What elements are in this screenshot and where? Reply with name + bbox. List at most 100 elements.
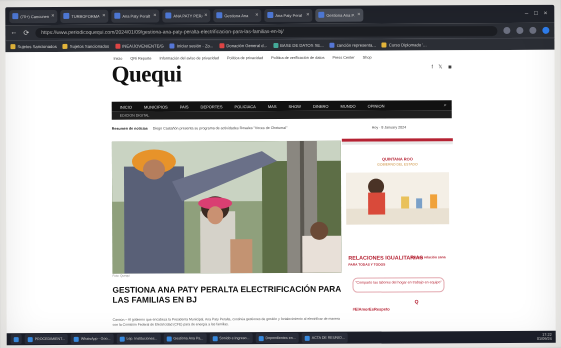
nav-item[interactable]: PAIS <box>180 104 189 109</box>
favorites-icon[interactable] <box>516 26 524 34</box>
tab-favicon-icon <box>216 12 223 19</box>
top-link[interactable]: Inicio <box>113 57 122 61</box>
taskbar-item[interactable]: Dependientes en... <box>255 332 299 344</box>
browser-tab[interactable]: Gestiona Ana × <box>213 8 262 22</box>
pdf-icon <box>304 335 310 341</box>
app-icon <box>258 335 264 341</box>
twitter-icon[interactable]: 𝕏 <box>438 64 444 70</box>
top-links: Inicio QRi Reporte Información del aviso… <box>113 56 371 61</box>
bookmark-favicon-icon <box>115 43 121 49</box>
close-icon[interactable]: × <box>306 12 309 18</box>
screen-photo: (70+) Cancunen × TURBOFORMA × Ana Paty Per… <box>0 0 561 348</box>
ticker-text[interactable]: Diego Castañón presenta su programa de a… <box>153 126 288 131</box>
photo-credit: Foto: Quequi <box>112 273 130 278</box>
nav-item[interactable]: MUNDO <box>341 103 356 108</box>
search-icon[interactable]: ⌕ <box>444 102 447 108</box>
tab-label: (70+) Cancunen <box>20 13 50 19</box>
app-icon <box>119 336 125 342</box>
tab-favicon-icon <box>114 12 121 19</box>
close-icon[interactable]: × <box>255 12 258 18</box>
bookmark-favicon-icon <box>169 43 175 49</box>
site-logo[interactable]: Quequi <box>112 61 182 87</box>
article-headline[interactable]: GESTIONA ANA PATY PERALTA ELECTRIFICACIÓ… <box>112 284 341 305</box>
start-button[interactable] <box>10 334 22 345</box>
article-hero-image[interactable] <box>111 140 342 274</box>
bookmark-item[interactable]: Iniciar sesión - Zo... <box>169 43 213 49</box>
browser-tab[interactable]: Ana Paty Peralt × <box>111 9 160 23</box>
top-link[interactable]: Información del aviso de privacidad <box>159 56 219 60</box>
maximize-icon[interactable]: □ <box>534 11 538 17</box>
nav-item[interactable]: INICIO <box>120 104 132 109</box>
nav-item[interactable]: POLICIACA <box>234 104 255 109</box>
close-icon[interactable]: × <box>357 12 360 18</box>
nav-item[interactable]: DINERO <box>313 103 329 108</box>
taskbar-item[interactable]: Sonido e Ingreso... <box>209 333 253 344</box>
taskbar-item-active[interactable]: Gestiona Ana Pa... <box>163 333 207 344</box>
app-icon <box>27 336 33 342</box>
close-icon[interactable]: × <box>153 13 156 19</box>
app-icon <box>212 335 218 341</box>
close-icon[interactable]: × <box>102 13 105 19</box>
taskbar-item[interactable]: WhatsApp - Goo... <box>70 333 114 344</box>
ad-title-sub: PARA TODAS Y TODOS <box>348 262 386 267</box>
ad-stripe <box>341 141 453 145</box>
ad-quote: "Comparto las labores del hogar en traba… <box>352 277 445 293</box>
top-link[interactable]: Política de privacidad <box>227 56 263 60</box>
tab-label: Ana Paty Peral <box>275 12 303 18</box>
windows-icon <box>13 336 19 342</box>
reload-icon[interactable]: ⟳ <box>23 29 29 37</box>
top-link[interactable]: Política de verificación de datos <box>271 56 324 60</box>
rss-icon[interactable]: ◉ <box>448 64 454 70</box>
bookmark-item[interactable]: canción representa... <box>329 43 376 48</box>
web-page: Inicio QRi Reporte Información del aviso… <box>5 49 556 334</box>
system-tray[interactable]: 17:22 01/09/24 <box>537 333 552 341</box>
window-controls: – □ × <box>525 11 551 17</box>
ad-image <box>345 172 450 225</box>
advertisement-banner[interactable]: QUINTANA ROO GOBIERNO DEL ESTADO RELACIO… <box>341 138 454 329</box>
bookmark-item[interactable]: INEA/JOVEN/ENTE/G <box>115 44 164 49</box>
nav-item[interactable]: OPINION <box>368 103 385 108</box>
tab-favicon-icon <box>12 13 19 20</box>
top-link[interactable]: Shop <box>363 56 372 60</box>
collections-icon[interactable] <box>529 26 537 34</box>
browser-tab-active[interactable]: Gestiona Ana P. × <box>315 8 364 22</box>
back-icon[interactable]: ← <box>10 29 17 36</box>
extension-icon[interactable] <box>503 26 511 35</box>
close-icon[interactable]: × <box>204 12 207 18</box>
browser-tab[interactable]: (70+) Cancunen × <box>9 9 58 23</box>
taskbar-item[interactable]: Lep. Instituciones... <box>116 333 161 344</box>
nav-item[interactable]: DEPORTES <box>201 104 223 109</box>
nav-item[interactable]: MUNICIPIOS <box>144 104 168 109</box>
browser-tab[interactable]: ANA PATY PERA × <box>162 8 211 23</box>
bookmark-item[interactable]: Donación General d... <box>219 43 267 49</box>
facebook-icon[interactable]: f <box>432 64 435 70</box>
address-bar[interactable]: https://www.periodicoquequi.com/2024/01/… <box>35 25 498 38</box>
taskbar-item[interactable]: PROCEDIMIENT... <box>24 333 68 345</box>
close-window-icon[interactable]: × <box>544 11 548 17</box>
top-link[interactable]: Press Center <box>333 56 355 60</box>
browser-tab[interactable]: Ana Paty Peral × <box>264 8 313 22</box>
tab-favicon-icon <box>165 12 172 19</box>
browser-tab[interactable]: TURBOFORMA × <box>60 9 109 23</box>
tab-label: TURBOFORMA <box>71 13 100 19</box>
windows-taskbar: PROCEDIMIENT... WhatsApp - Goo... Lep. I… <box>6 330 556 346</box>
bookmark-item[interactable]: BASE DE DATOS SE... <box>273 43 324 49</box>
nav-item[interactable]: MAS <box>268 104 277 109</box>
ad-photo <box>345 172 450 225</box>
folder-icon <box>62 43 68 49</box>
taskbar-item[interactable]: ACTA DE REUNIO... <box>301 332 348 343</box>
bookmark-item[interactable]: Curso Diplomado '... <box>381 42 427 48</box>
hero-photo <box>111 140 342 274</box>
bookmark-item[interactable]: Sujetos Sancionados <box>10 44 57 50</box>
tab-label: ANA PATY PERA <box>173 12 203 18</box>
ticker-label: Resumen de noticias <box>111 126 148 131</box>
bookmark-item[interactable]: Sujetos Sancionados <box>62 43 109 49</box>
top-link[interactable]: QRi Reporte <box>130 57 151 61</box>
ad-side-text: Por una relación sana <box>410 255 446 260</box>
minimize-icon[interactable]: – <box>525 11 528 17</box>
close-icon[interactable]: × <box>51 13 54 19</box>
sub-navigation[interactable]: EDICION DIGITAL <box>111 110 452 120</box>
news-ticker: Resumen de noticias Diego Castañón prese… <box>112 125 452 134</box>
nav-item[interactable]: SHOW <box>288 103 300 108</box>
profile-avatar-icon[interactable] <box>542 26 550 34</box>
